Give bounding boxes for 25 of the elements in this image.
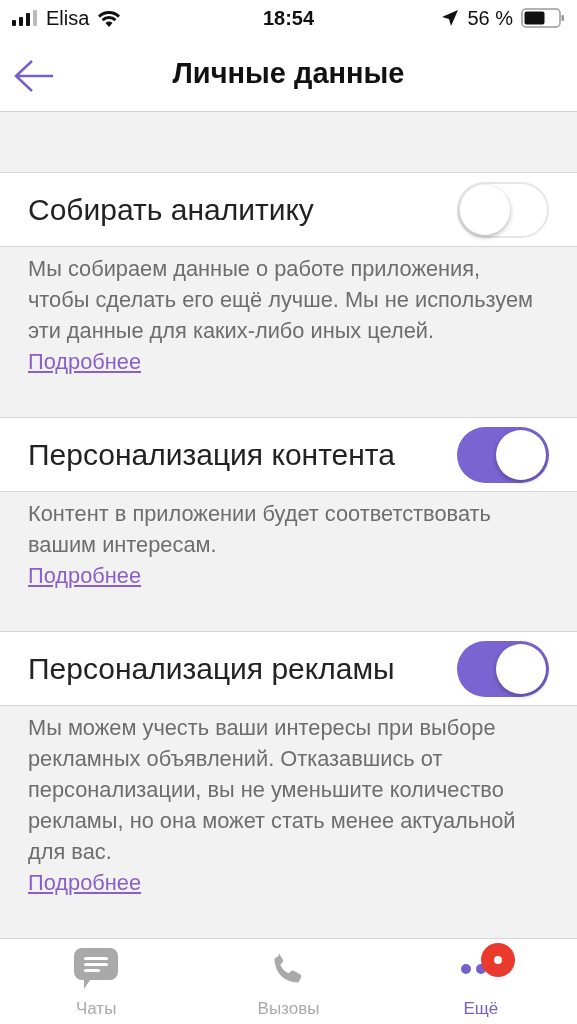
carrier-name: Elisa (46, 6, 90, 30)
setting-label: Собирать аналитику (28, 192, 314, 227)
location-arrow-icon (441, 9, 460, 28)
toggle-switch[interactable] (457, 181, 549, 238)
tab-bar-item[interactable]: Ещё (384, 939, 577, 1024)
toggle-switch[interactable] (457, 640, 549, 697)
setting-description: Мы можем учесть ваши интересы при выборе рекламных объявлений. Отказавшись от персонализации, вы не уменьшите количество рекламы, но она может стать менее актуальной для вас. Подробнее (0, 706, 577, 939)
more-info-link[interactable]: Подробнее (28, 867, 142, 899)
more-info-link[interactable]: Подробнее (28, 560, 142, 592)
setting-label: Персонализация рекламы (28, 651, 395, 686)
back-arrow-icon[interactable] (14, 58, 54, 93)
wifi-icon (97, 9, 122, 28)
more-info-link[interactable]: Подробнее (28, 349, 142, 375)
setting-description: Контент в приложении будет соответствовать вашим интересам. Подробнее (0, 492, 577, 632)
battery-icon (521, 8, 565, 29)
page-title: Личные данные (172, 57, 405, 91)
tab-bar-item[interactable]: Чаты (0, 939, 193, 1024)
setting-label: Персонализация контента (28, 437, 395, 472)
battery-percent: 56 % (467, 6, 513, 30)
signal-icon (12, 10, 38, 27)
more-dots-icon (460, 964, 486, 975)
toggle-switch[interactable] (457, 426, 549, 483)
setting-description: Мы собираем данные о работе приложения, чтобы сделать его ещё лучше. Мы не используем эти данные для каких-либо иных целей. Подробнее (27, 255, 535, 377)
tab-bar-item[interactable]: Вызовы (192, 939, 385, 1024)
clock-time: 18:54 (262, 6, 315, 30)
